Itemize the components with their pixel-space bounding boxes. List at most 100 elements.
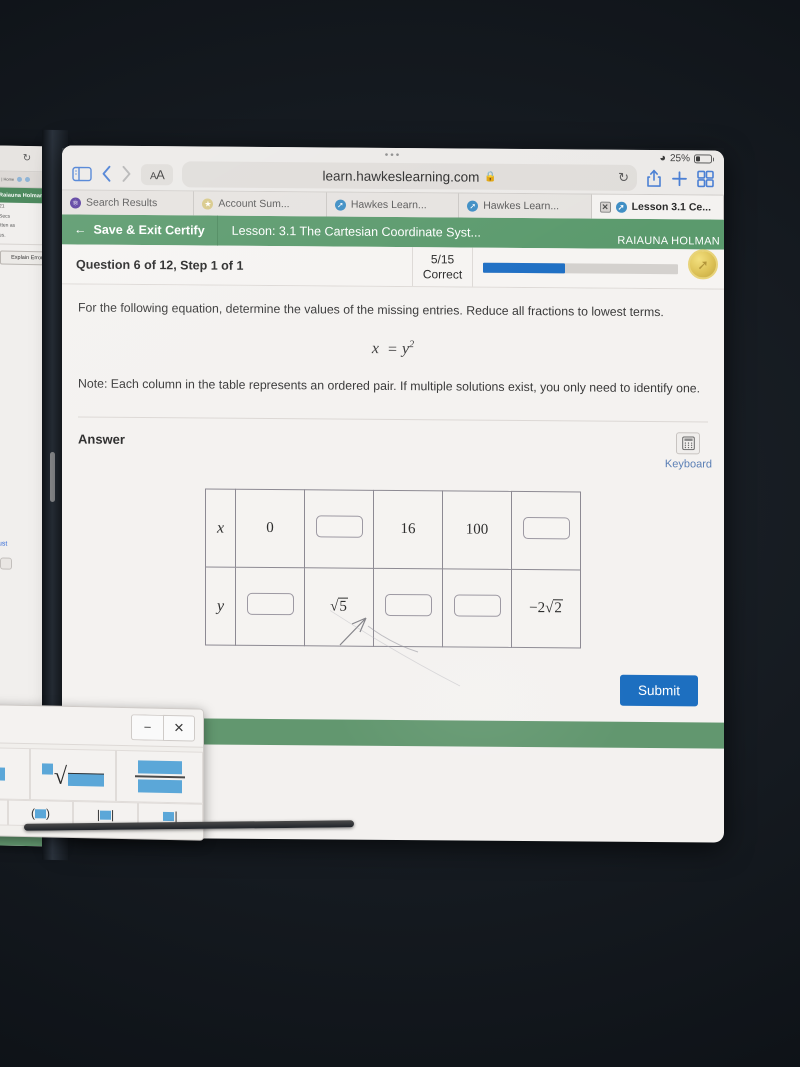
- score-block: 5/15 Correct: [413, 247, 473, 287]
- chevron-right-icon: [121, 165, 132, 183]
- reload-icon[interactable]: ↻: [618, 170, 629, 186]
- tab-label: Account Sum...: [218, 197, 290, 211]
- account-favicon: ★: [202, 198, 214, 210]
- tab-grid-icon[interactable]: [697, 170, 714, 187]
- keyboard-label: Keyboard: [664, 458, 712, 471]
- sidebar-toggle-icon[interactable]: [72, 166, 92, 181]
- tab-label: Search Results: [86, 196, 158, 210]
- square-root-template-key[interactable]: √: [29, 748, 117, 802]
- equation-display: x = y2: [78, 337, 708, 361]
- cell-y-5: −2√2: [511, 569, 581, 649]
- minimize-icon[interactable]: −: [131, 713, 163, 741]
- hawkes-favicon: ➚: [334, 199, 346, 211]
- tab-label: Hawkes Learn...: [350, 198, 427, 212]
- math-keyboard-row-1: √: [0, 746, 204, 804]
- answer-table: x 0 16 100 y √5 −2√2: [205, 489, 581, 649]
- cell-x-5[interactable]: [511, 491, 581, 571]
- answer-input-blank[interactable]: [384, 594, 432, 617]
- cell-value: 16: [400, 521, 416, 538]
- math-keyboard-panel: − ✕ √ [] () || |: [0, 703, 204, 841]
- close-icon[interactable]: ✕: [599, 201, 611, 213]
- radicand: 2: [553, 599, 563, 617]
- answer-input-blank[interactable]: [453, 594, 501, 618]
- cell-x-1: 0: [235, 489, 305, 569]
- cell-y-3[interactable]: [373, 568, 443, 648]
- answer-input-blank[interactable]: [315, 515, 363, 538]
- question-note: Note: Each column in the table represent…: [78, 376, 701, 396]
- bracket-template-key[interactable]: []: [0, 798, 8, 826]
- bezel-reflection: [50, 452, 55, 502]
- browser-tab-hawkes-learning-1[interactable]: ➚ Hawkes Learn...: [326, 192, 460, 218]
- tab-favicon: [25, 176, 31, 183]
- reload-icon[interactable]: ↻: [23, 153, 31, 164]
- progress-bar-container: [473, 248, 688, 289]
- text-size-button[interactable]: AA: [141, 163, 174, 185]
- close-icon[interactable]: ✕: [163, 714, 195, 742]
- safari-chrome: ••• ◕ 25% AA learn.hawkeslearning.com 🔒 …: [62, 145, 724, 195]
- photo-of-ipad-screen: ↻ q | Home Raiauna Holman 21 Secs itten …: [0, 0, 800, 1067]
- radical-coefficient: −2: [529, 600, 546, 617]
- answer-input-blank[interactable]: [522, 517, 570, 540]
- chevron-left-icon[interactable]: [101, 165, 112, 183]
- calculator-keypad-icon[interactable]: [676, 432, 701, 455]
- browser-tab-account-summary[interactable]: ★ Account Sum...: [194, 191, 327, 217]
- question-status-bar: Question 6 of 12, Step 1 of 1 5/15 Corre…: [62, 244, 724, 290]
- tab-favicon: [17, 176, 23, 182]
- cell-x-2[interactable]: [304, 490, 374, 569]
- address-bar[interactable]: learn.hawkeslearning.com 🔒 ↻: [182, 161, 637, 191]
- browser-tab-lesson-3-1[interactable]: ✕ ➚ Lesson 3.1 Ce...: [591, 194, 724, 220]
- answer-input-blank[interactable]: [246, 593, 294, 616]
- tab-label: Hawkes Learn...: [483, 199, 560, 213]
- progress-bar-fill: [483, 262, 565, 273]
- cell-y-1[interactable]: [235, 567, 305, 647]
- cell-x-3: 16: [373, 490, 443, 570]
- share-icon[interactable]: [646, 168, 662, 187]
- arrow-left-icon: ←: [74, 222, 87, 237]
- cell-y-2: √5: [304, 568, 374, 647]
- browser-tab-search-results[interactable]: ⚛ Search Results: [62, 190, 195, 216]
- cell-value: 0: [266, 520, 274, 537]
- url-text: learn.hawkeslearning.com: [322, 167, 480, 185]
- image-icon[interactable]: [0, 557, 12, 570]
- cell-value: 100: [465, 521, 489, 538]
- submit-button[interactable]: Submit: [619, 674, 698, 707]
- equation-right-exponent: 2: [409, 339, 415, 351]
- radical-expression: √5: [330, 597, 348, 615]
- keyboard-toggle[interactable]: Keyboard: [664, 432, 712, 471]
- save-and-exit-certify-button[interactable]: ← Save & Exit Certify: [62, 214, 218, 246]
- table-row-y: y √5 −2√2: [205, 567, 581, 649]
- table-row-x: x 0 16 100: [205, 489, 581, 571]
- question-title: Question 6 of 12, Step 1 of 1: [62, 244, 413, 287]
- lesson-title: Lesson: 3.1 The Cartesian Coordinate Sys…: [231, 223, 481, 240]
- superscript-template-key[interactable]: [0, 746, 30, 801]
- battery-percent-label: 25%: [669, 152, 690, 164]
- cell-y-4[interactable]: [442, 569, 512, 648]
- radicand: 5: [338, 597, 348, 615]
- tab-label: Lesson 3.1 Ce...: [631, 200, 711, 214]
- radical-expression: −2√2: [529, 599, 563, 617]
- browser-tab-hawkes-learning-2[interactable]: ➚ Hawkes Learn...: [459, 193, 592, 219]
- plus-icon[interactable]: [671, 170, 688, 187]
- question-prompt: For the following equation, determine th…: [78, 300, 664, 320]
- search-favicon: ⚛: [70, 196, 81, 209]
- save-exit-label: Save & Exit Certify: [93, 222, 205, 238]
- coin-badge-icon[interactable]: ➚: [688, 249, 718, 280]
- row-header-x: x: [205, 489, 236, 568]
- equation-left: x: [371, 340, 379, 358]
- wifi-icon: ◕: [659, 152, 666, 165]
- answer-table-wrapper: x 0 16 100 y √5 −2√2: [78, 488, 708, 650]
- score-value: 5/15: [430, 251, 455, 266]
- question-body: For the following equation, determine th…: [62, 284, 724, 723]
- answer-section-header: Answer Keyboard: [78, 418, 712, 471]
- text-size-large-a: A: [156, 166, 165, 182]
- battery-icon: [694, 153, 712, 164]
- hawkes-favicon: ➚: [467, 200, 479, 212]
- score-label: Correct: [422, 266, 463, 282]
- math-keyboard-keys: √ [] () || |: [0, 742, 204, 830]
- progress-bar-track: [483, 262, 678, 274]
- ios-status-bar: ◕ 25%: [659, 152, 712, 164]
- cell-x-4: 100: [442, 491, 512, 570]
- fraction-template-key[interactable]: [116, 749, 204, 804]
- user-name-label: RAIAUNA HOLMAN: [617, 234, 720, 248]
- lock-icon: 🔒: [484, 171, 497, 183]
